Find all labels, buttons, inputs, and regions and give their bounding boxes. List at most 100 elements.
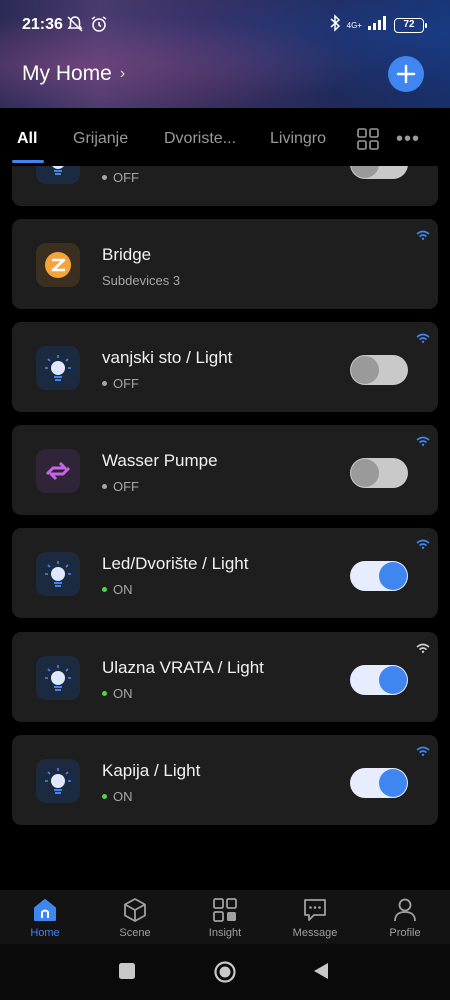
- wifi-icon: [416, 227, 430, 245]
- nav-label: Home: [30, 927, 60, 939]
- status-dot: [102, 691, 107, 696]
- nav-scene[interactable]: Scene: [90, 890, 180, 944]
- bulb-icon: [36, 346, 80, 390]
- wifi-icon: [416, 743, 430, 761]
- device-name: Wasser Pumpe: [102, 451, 218, 470]
- nav-insight[interactable]: Insight: [180, 890, 270, 944]
- device-status: OFF: [102, 376, 139, 391]
- device-card-led-dvoriste[interactable]: Led/Dvorište / Light ON: [12, 528, 438, 618]
- power-toggle[interactable]: [350, 768, 408, 798]
- wifi-icon: [416, 433, 430, 451]
- bulb-icon: [36, 759, 80, 803]
- power-toggle[interactable]: [350, 561, 408, 591]
- wifi-icon: [416, 536, 430, 554]
- nav-label: Scene: [119, 927, 151, 939]
- device-status-text: OFF: [113, 376, 139, 391]
- device-status-text: ON: [113, 582, 133, 597]
- tab-all[interactable]: All: [17, 130, 37, 148]
- status-dot: [102, 175, 107, 180]
- tab-dvoriste[interactable]: Dvoriste...: [164, 130, 236, 148]
- device-card-partial[interactable]: OFF: [12, 166, 438, 206]
- device-status-text: OFF: [113, 479, 139, 494]
- device-card-bridge[interactable]: Bridge Subdevices 3: [12, 219, 438, 309]
- pump-icon: [36, 449, 80, 493]
- toggle-knob: [379, 769, 407, 797]
- signal-icon: [368, 16, 388, 35]
- battery-indicator: 72: [394, 18, 427, 33]
- device-card-vanjski-sto[interactable]: vanjski sto / Light OFF: [12, 322, 438, 412]
- insight-icon: [210, 896, 240, 924]
- bulb-icon: [36, 656, 80, 700]
- chevron-right-icon: ›: [119, 65, 126, 82]
- status-dot: [102, 381, 107, 386]
- device-list: OFF Bridge Subdevices 3 vanjski sto / Li…: [0, 166, 450, 890]
- device-status: ON: [102, 686, 133, 701]
- nav-message[interactable]: Message: [270, 890, 360, 944]
- device-card-kapija[interactable]: Kapija / Light ON: [12, 735, 438, 825]
- plus-icon: [396, 64, 416, 84]
- grid-view-icon[interactable]: [357, 128, 379, 155]
- tab-livingro[interactable]: Livingro: [270, 130, 326, 148]
- device-card-wasser-pumpe[interactable]: Wasser Pumpe OFF: [12, 425, 438, 515]
- bulb-icon: [36, 166, 80, 184]
- wifi-icon: [416, 330, 430, 348]
- status-dot: [102, 794, 107, 799]
- status-time: 21:36: [22, 16, 63, 33]
- toggle-knob: [351, 356, 379, 384]
- home-icon: [30, 896, 60, 924]
- device-subtitle: Subdevices 3: [102, 273, 180, 288]
- device-name: Ulazna VRATA / Light: [102, 658, 264, 677]
- scene-icon: [120, 896, 150, 924]
- tab-grijanje[interactable]: Grijanje: [73, 130, 128, 148]
- more-options-icon[interactable]: •••: [396, 128, 420, 151]
- device-status: ON: [102, 789, 133, 804]
- system-navigation-bar: [0, 944, 450, 1000]
- device-status-text: OFF: [113, 170, 139, 185]
- home-system-button[interactable]: [213, 960, 237, 989]
- device-subtitle-text: Subdevices 3: [102, 273, 181, 288]
- active-tab-indicator: [12, 160, 44, 163]
- nav-label: Profile: [389, 927, 421, 939]
- add-device-button[interactable]: [388, 56, 424, 92]
- toggle-knob: [379, 562, 407, 590]
- device-status: OFF: [102, 170, 139, 185]
- power-toggle[interactable]: [350, 665, 408, 695]
- alarm-icon: [90, 15, 108, 38]
- nav-profile[interactable]: Profile: [360, 890, 450, 944]
- bulb-icon: [36, 552, 80, 596]
- profile-icon: [390, 896, 420, 924]
- device-status: OFF: [102, 479, 139, 494]
- device-name: Kapija / Light: [102, 761, 201, 780]
- device-status: ON: [102, 582, 133, 597]
- device-name: Bridge: [102, 245, 152, 264]
- network-type: 4G+: [346, 20, 362, 30]
- device-status-text: ON: [113, 686, 133, 701]
- device-status-text: ON: [113, 789, 133, 804]
- status-bar: 21:36 4G+ 72: [0, 12, 450, 38]
- toggle-knob: [351, 166, 379, 178]
- back-button[interactable]: [312, 962, 330, 985]
- home-title: My Home: [22, 62, 112, 85]
- nav-label: Insight: [208, 927, 242, 939]
- device-name: vanjski sto / Light: [102, 348, 233, 367]
- nav-home[interactable]: Home: [0, 890, 90, 944]
- nav-label: Message: [292, 927, 338, 939]
- device-card-ulazna-vrata[interactable]: Ulazna VRATA / Light ON: [12, 632, 438, 722]
- power-toggle[interactable]: [350, 166, 408, 179]
- device-name: Led/Dvorište / Light: [102, 554, 249, 573]
- bottom-navigation: Home Scene Insight Message Profile: [0, 890, 450, 944]
- status-dot: [102, 587, 107, 592]
- message-icon: [300, 896, 330, 924]
- toggle-knob: [351, 459, 379, 487]
- bluetooth-icon: [329, 14, 341, 37]
- room-tabs: All Grijanje Dvoriste... Livingro: [0, 108, 450, 166]
- power-toggle[interactable]: [350, 355, 408, 385]
- zigbee-bridge-icon: [36, 243, 80, 287]
- mute-notifications-icon: [66, 15, 84, 38]
- home-selector[interactable]: My Home ›: [22, 62, 125, 86]
- toggle-knob: [379, 666, 407, 694]
- recent-apps-button[interactable]: [118, 962, 136, 985]
- power-toggle[interactable]: [350, 458, 408, 488]
- wifi-icon: [416, 640, 430, 658]
- status-dot: [102, 484, 107, 489]
